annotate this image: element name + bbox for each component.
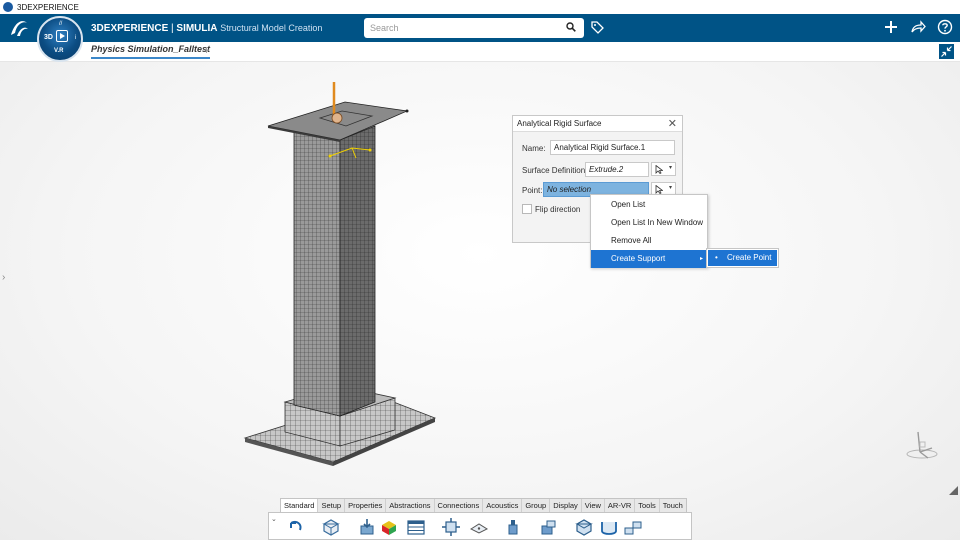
rigid-body-icon[interactable] — [574, 517, 594, 537]
brand-title: 3DEXPERIENCE | SIMULIA Structural Model … — [91, 23, 322, 34]
tab-standard[interactable]: Standard — [281, 499, 319, 512]
search-icon[interactable] — [566, 22, 576, 32]
menu-item-create-support[interactable]: Create Support ▸ — [591, 250, 707, 268]
plane-icon[interactable] — [469, 517, 489, 537]
point-label: Point: — [522, 186, 543, 195]
add-icon[interactable] — [884, 20, 898, 34]
app-logo-icon — [3, 2, 13, 12]
name-label: Name: — [522, 144, 546, 153]
3d-viewport[interactable]: › — [0, 62, 960, 540]
tag-icon[interactable] — [590, 20, 604, 34]
reference-point — [331, 112, 343, 124]
tab-properties[interactable]: Properties — [345, 499, 387, 512]
play-icon[interactable] — [56, 30, 68, 42]
point-context-menu: Open List Open List In New Window Remove… — [590, 194, 708, 268]
tab-abstractions[interactable]: Abstractions — [386, 499, 435, 512]
action-bar-tabs: Standard Setup Properties Abstractions C… — [280, 498, 687, 512]
menu-item-remove-all[interactable]: Remove All — [591, 232, 707, 250]
window-title-bar: 3DEXPERIENCE — [0, 0, 960, 14]
dialog-header[interactable]: Analytical Rigid Surface ✕ — [513, 116, 682, 132]
share-icon[interactable] — [910, 20, 926, 34]
tab-touch[interactable]: Touch — [660, 499, 686, 512]
chevron-down-icon: ▾ — [668, 165, 672, 171]
submenu-arrow-icon: ▸ — [699, 256, 703, 262]
compass-3d-label: 3D — [44, 34, 53, 41]
fe-model[interactable] — [0, 62, 960, 540]
add-tab-button[interactable]: + — [203, 43, 210, 57]
analytical-surface-icon[interactable] — [599, 517, 619, 537]
dassault-logo-icon[interactable] — [7, 17, 31, 39]
3d-compass-icon[interactable] — [900, 428, 940, 462]
brand-name: 3DEXPERIENCE — [91, 23, 169, 34]
tab-display[interactable]: Display — [550, 499, 582, 512]
search-input[interactable]: Search — [364, 18, 584, 38]
point-mass-icon[interactable] — [623, 517, 643, 537]
menu-item-open-list[interactable]: Open List — [591, 196, 707, 214]
action-bar: ⌄ — [268, 512, 692, 540]
compass-widget[interactable]: // 3D i V.R — [37, 16, 83, 62]
flip-direction-label: Flip direction — [535, 205, 581, 214]
tab-bar: Physics Simulation_Falltest + — [0, 42, 960, 62]
undo-icon[interactable] — [285, 517, 305, 537]
column-side — [339, 125, 376, 417]
pointer-icon — [655, 185, 663, 194]
left-panel-expand-icon[interactable]: › — [2, 272, 5, 283]
window-title: 3DEXPERIENCE — [17, 2, 79, 12]
viewport-corner-icon — [949, 486, 958, 495]
part-design-icon[interactable] — [321, 517, 341, 537]
tab-acoustics[interactable]: Acoustics — [483, 499, 523, 512]
pointer-icon — [655, 165, 663, 174]
menu-item-create-support-label: Create Support — [611, 254, 666, 263]
search-placeholder: Search — [370, 23, 399, 33]
tab-ar-vr[interactable]: AR-VR — [605, 499, 636, 512]
surface-definition-label: Surface Definition — [522, 166, 586, 175]
help-icon[interactable] — [937, 19, 953, 35]
connection-icon[interactable] — [503, 517, 523, 537]
create-support-submenu: Create Point — [706, 248, 779, 268]
app-name: Structural Model Creation — [220, 23, 323, 33]
compass-top-label: // — [59, 21, 63, 27]
app-header: 3DEXPERIENCE | SIMULIA Structural Model … — [0, 14, 960, 42]
tab-physics-simulation[interactable]: Physics Simulation_Falltest — [91, 44, 211, 59]
import-icon[interactable] — [357, 517, 377, 537]
surface-selection-button[interactable]: ▾ — [651, 162, 676, 176]
compass-version-label: V.R — [54, 48, 64, 54]
assembly-icon[interactable] — [441, 517, 461, 537]
name-field[interactable]: Analytical Rigid Surface.1 — [550, 140, 675, 155]
tab-setup[interactable]: Setup — [318, 499, 346, 512]
menu-item-create-point[interactable]: Create Point — [708, 250, 777, 266]
menu-item-open-list-new-window[interactable]: Open List In New Window — [591, 214, 707, 232]
tab-connections[interactable]: Connections — [435, 499, 484, 512]
action-bar-collapse-icon[interactable]: ⌄ — [271, 515, 277, 523]
product-name: SIMULIA — [176, 23, 218, 34]
table-icon[interactable] — [406, 517, 426, 537]
chevron-down-icon: ▾ — [668, 185, 672, 191]
tab-group[interactable]: Group — [522, 499, 551, 512]
tab-tools[interactable]: Tools — [635, 499, 660, 512]
flip-direction-checkbox[interactable] — [522, 204, 532, 214]
mesh-color-icon[interactable] — [379, 517, 399, 537]
close-icon[interactable]: ✕ — [668, 117, 677, 130]
dialog-title: Analytical Rigid Surface — [517, 119, 602, 128]
surface-definition-field[interactable]: Extrude.2 — [585, 162, 649, 177]
fastener-icon[interactable] — [539, 517, 559, 537]
collapse-icon[interactable] — [939, 44, 954, 59]
compass-info-label: i — [74, 35, 76, 41]
column-front — [293, 128, 341, 417]
tab-view[interactable]: View — [582, 499, 605, 512]
